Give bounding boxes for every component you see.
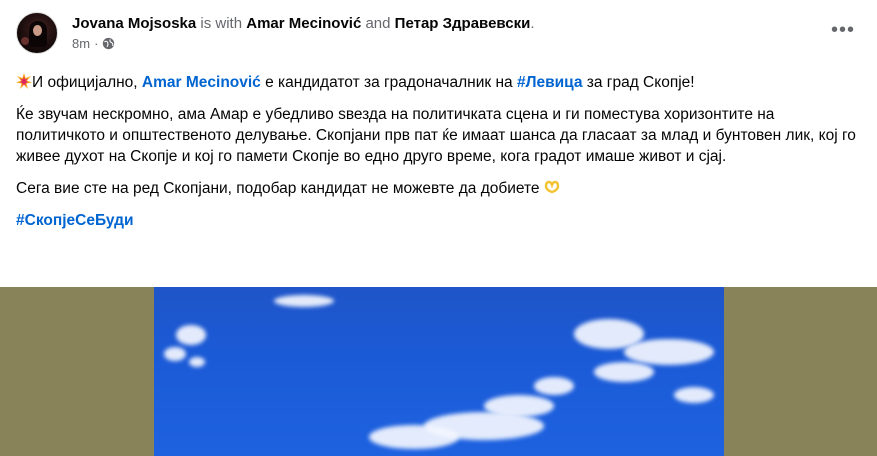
meta-separator: · (94, 36, 99, 51)
more-options-icon[interactable]: ••• (831, 20, 855, 46)
paragraph-4: #СкопјеСеБуди (16, 210, 861, 231)
heart-hands-icon (544, 180, 560, 194)
post-header: Jovana Mojsoska is with Amar Mecinović a… (16, 12, 861, 56)
post-author-line: Jovana Mojsoska is with Amar Mecinović a… (72, 14, 535, 33)
author-avatar[interactable] (16, 12, 58, 54)
paragraph-3-text: Сега вие сте на ред Скопјани, подобар ка… (16, 180, 540, 197)
explosion-icon (16, 73, 32, 89)
tagged-user-1[interactable]: Amar Mecinović (246, 15, 361, 32)
post-meta: 8m · (72, 36, 115, 51)
paragraph-2: Ќе звучам нескромно, ама Амар е убедливо… (16, 106, 856, 165)
hashtag-levica[interactable]: #Левица (517, 74, 583, 91)
post-photo[interactable] (154, 287, 724, 456)
post-timestamp[interactable]: 8m (72, 36, 90, 51)
mention-amar[interactable]: Amar Mecinović (142, 74, 261, 91)
hashtag-skopjesebudi[interactable]: #СкопјеСеБуди (16, 212, 133, 229)
line1-suffix: за град Скопје! (582, 74, 695, 91)
paragraph-3: Сега вие сте на ред Скопјани, подобар ка… (16, 178, 861, 199)
line1-prefix: И официјално, (32, 74, 142, 91)
tagged-user-2[interactable]: Петар Здравевски (395, 15, 531, 32)
with-text: is with (200, 15, 243, 32)
post-content: И официјално, Amar Mecinović е кандидато… (16, 72, 861, 242)
post-media[interactable] (0, 287, 877, 456)
period: . (530, 15, 535, 32)
paragraph-1: И официјално, Amar Mecinović е кандидато… (16, 72, 861, 93)
globe-icon[interactable] (102, 37, 115, 50)
author-name[interactable]: Jovana Mojsoska (72, 15, 196, 32)
and-text: and (365, 15, 391, 32)
line1-mid: е кандидатот за градоначалник на (260, 74, 517, 91)
